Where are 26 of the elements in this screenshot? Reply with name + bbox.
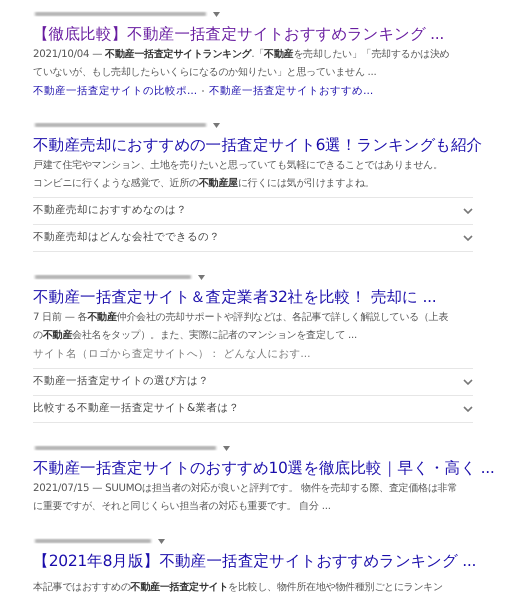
chevron-icon	[463, 234, 473, 242]
result-note: サイト名（ロゴから査定サイトへ）： どんな人におす...	[33, 347, 312, 362]
result-snippet: 戸建て住宅やマンション、土地を売りたいと思っていても気軽にできることではありません。 コンビニに行くような感覚で、近所の不動産屋に行くには気が引けますよね。	[33, 158, 442, 191]
result-snippet: 2021/10/04 — 不動産一括査定サイトランキング.「不動産を売却したい」「売却するかは決め ていないが、もし売却したらいくらになるのか知りたい」と思っていません ...	[33, 47, 450, 80]
chevron-icon	[463, 406, 473, 412]
question-row[interactable]: 不動産売却におすすめなのは？	[33, 198, 473, 225]
question-row[interactable]: 不動産一括査定サイトの選び方は？	[33, 369, 473, 396]
caret-icon[interactable]	[213, 122, 220, 128]
sitelink[interactable]: 不動産一括査定サイトおすすめ...	[209, 82, 374, 100]
chevron-icon	[463, 208, 473, 214]
sitelink[interactable]: 不動産一括査定サイトの比較ポ...	[33, 82, 198, 100]
result-title[interactable]: 不動産一括査定サイト＆査定業者32社を比較！ 売却に ...	[33, 287, 436, 307]
caret-icon[interactable]	[198, 274, 205, 280]
chevron-icon	[463, 378, 473, 386]
result-snippet: 本記事ではおすすめの不動産一括査定サイトを比較し、物件所在地や物件種別ごとにランキン	[33, 580, 442, 595]
question-row[interactable]: 比較する不動産一括査定サイト&業者は？	[33, 396, 473, 423]
result-title[interactable]: 不動産一括査定サイトのおすすめ10選を徹底比較｜早く・高く ...	[33, 458, 495, 478]
result-title[interactable]: 【2021年8月版】不動産一括査定サイトおすすめランキング ...	[33, 551, 476, 571]
caret-icon[interactable]	[158, 538, 165, 544]
result-title[interactable]: 【徹底比較】不動産一括査定サイトおすすめランキング ...	[33, 24, 444, 44]
caret-icon[interactable]	[223, 446, 230, 450]
result-title[interactable]: 不動産売却におすすめの一括査定サイト6選！ランキングも紹介	[33, 135, 482, 155]
question-row[interactable]: 不動産売却はどんな会社でできるの？	[33, 225, 473, 252]
caret-icon[interactable]	[213, 12, 220, 16]
result-snippet: 7 日前 — 各不動産仲介会社の売却サポートや評判などは、各記事で詳しく解説している（上表 の不動産会社名をタップ）。また、実際に記者のマンションを査定して ...	[33, 310, 448, 343]
result-snippet: 2021/07/15 — SUUMOは担当者の対応が良いと評判です。 物件を売却する際、査定価格は非常 に重要ですが、それと同じくらい担当者の対応も重要です。 自分 ...	[33, 482, 458, 514]
